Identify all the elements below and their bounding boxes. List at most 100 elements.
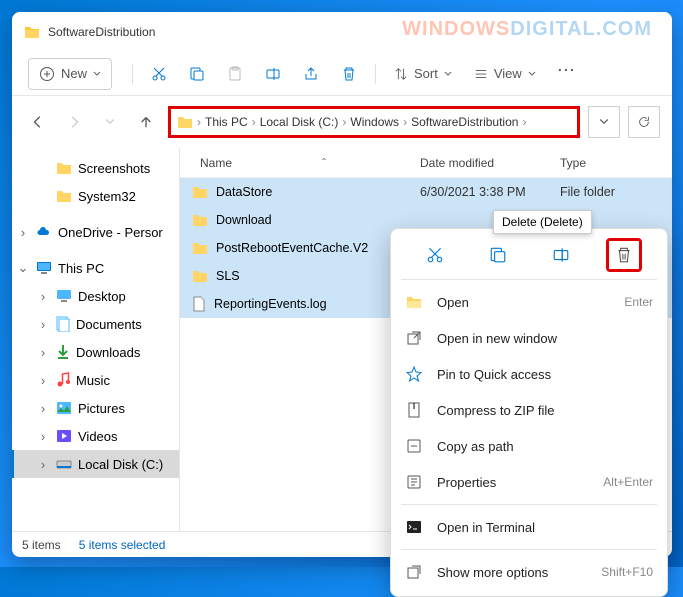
breadcrumb-item[interactable]: This PC: [205, 115, 248, 129]
rename-icon: [265, 66, 281, 82]
sidebar-item-label: Desktop: [78, 289, 126, 304]
sidebar-item[interactable]: › Videos: [12, 422, 179, 450]
sidebar-item[interactable]: › Desktop: [12, 282, 179, 310]
chevron-down-icon: [528, 70, 536, 78]
breadcrumb-item[interactable]: SoftwareDistribution: [411, 115, 518, 129]
sidebar-item[interactable]: › Music: [12, 366, 179, 394]
downloads-icon: [56, 344, 70, 360]
sidebar-item[interactable]: › OneDrive - Persor: [12, 218, 179, 246]
ctx-item-label: Properties: [437, 475, 589, 490]
ctx-item-shortcut: Shift+F10: [601, 565, 653, 579]
ctx-item-shortcut: Alt+Enter: [603, 475, 653, 489]
ctx-item-label: Pin to Quick access: [437, 367, 639, 382]
properties-icon: [405, 474, 423, 490]
breadcrumb-item[interactable]: Local Disk (C:): [260, 115, 339, 129]
recent-button[interactable]: [96, 108, 124, 136]
more-button[interactable]: ⋯: [548, 58, 584, 90]
ctx-item[interactable]: Copy as path: [391, 428, 667, 464]
chevron-down-icon: [105, 117, 115, 127]
cut-button[interactable]: [141, 58, 177, 90]
ctx-cut-button[interactable]: [417, 238, 453, 272]
delete-button[interactable]: [331, 58, 367, 90]
file-name: ReportingEvents.log: [214, 297, 327, 311]
file-name: PostRebootEventCache.V2: [216, 241, 368, 255]
sidebar-item-label: Videos: [78, 429, 118, 444]
new-button[interactable]: New: [28, 58, 112, 90]
paste-button[interactable]: [217, 58, 253, 90]
selected-count: 5 items selected: [79, 538, 166, 552]
sidebar-item[interactable]: ›Pictures: [12, 394, 179, 422]
copy-button[interactable]: [179, 58, 215, 90]
desktop-icon: [56, 289, 72, 303]
share-button[interactable]: [293, 58, 329, 90]
ctx-item[interactable]: Show more options Shift+F10: [391, 554, 667, 590]
documents-icon: [56, 316, 70, 332]
chevron-down-icon[interactable]: ⌄: [18, 260, 28, 276]
chevron-right-icon[interactable]: ›: [38, 401, 48, 416]
up-button[interactable]: [132, 108, 160, 136]
back-button[interactable]: [24, 108, 52, 136]
ctx-copy-button[interactable]: [480, 238, 516, 272]
chevron-right-icon[interactable]: ›: [38, 373, 48, 388]
folder-icon: [56, 189, 72, 203]
chevron-right-icon[interactable]: ›: [38, 429, 48, 444]
file-icon: [192, 296, 206, 312]
terminal-icon: [405, 520, 423, 534]
ctx-item[interactable]: Compress to ZIP file: [391, 392, 667, 428]
sidebar-item[interactable]: ›Documents: [12, 310, 179, 338]
navbar: › This PC › Local Disk (C:) › Windows › …: [12, 96, 672, 148]
toolbar: New Sort View ⋯: [12, 52, 672, 96]
chevron-down-icon: [93, 70, 101, 78]
ctx-item-label: Compress to ZIP file: [437, 403, 639, 418]
breadcrumb[interactable]: › This PC › Local Disk (C:) › Windows › …: [168, 106, 580, 138]
sort-button[interactable]: Sort: [384, 58, 462, 90]
refresh-button[interactable]: [628, 106, 660, 138]
chevron-right-icon[interactable]: ›: [18, 225, 28, 240]
sidebar-item[interactable]: › Downloads: [12, 338, 179, 366]
sidebar-item-label: This PC: [58, 261, 104, 276]
refresh-icon: [637, 115, 651, 129]
sidebar-item[interactable]: System32: [12, 182, 179, 210]
folder-icon: [192, 213, 208, 227]
ctx-rename-button[interactable]: [543, 238, 579, 272]
chevron-down-icon: [599, 117, 609, 127]
titlebar: SoftwareDistribution: [12, 12, 672, 52]
chevron-down-icon: [444, 70, 452, 78]
ctx-delete-button[interactable]: [606, 238, 642, 272]
copy-icon: [189, 66, 205, 82]
chevron-right-icon[interactable]: ›: [38, 345, 48, 360]
table-row[interactable]: DataStore 6/30/2021 3:38 PM File folder: [180, 178, 672, 206]
column-name[interactable]: Nameˆ: [180, 156, 420, 170]
sort-indicator-icon: ˆ: [322, 156, 326, 170]
sidebar-item[interactable]: ⌄ This PC: [12, 254, 179, 282]
forward-button[interactable]: [60, 108, 88, 136]
ctx-item[interactable]: Properties Alt+Enter: [391, 464, 667, 500]
tooltip: Delete (Delete): [493, 210, 592, 234]
sidebar-item-label: OneDrive - Persor: [58, 225, 163, 240]
videos-icon: [56, 429, 72, 443]
file-name: Download: [216, 213, 272, 227]
folder-icon: [192, 241, 208, 255]
ctx-item[interactable]: Open Enter: [391, 284, 667, 320]
chevron-right-icon[interactable]: ›: [38, 457, 48, 472]
path-dropdown-button[interactable]: [588, 106, 620, 138]
view-button[interactable]: View: [464, 58, 546, 90]
sidebar-item[interactable]: Screenshots: [12, 154, 179, 182]
ctx-item[interactable]: Pin to Quick access: [391, 356, 667, 392]
copy-icon: [489, 246, 507, 264]
arrow-left-icon: [31, 115, 45, 129]
drive-icon: [56, 458, 72, 470]
sidebar-item-label: Music: [76, 373, 110, 388]
sidebar-item[interactable]: ›Local Disk (C:): [12, 450, 179, 478]
file-type: File folder: [560, 185, 672, 199]
column-type[interactable]: Type: [560, 156, 672, 170]
chevron-right-icon[interactable]: ›: [38, 317, 48, 332]
folder-icon: [192, 269, 208, 283]
ctx-item[interactable]: Open in Terminal: [391, 509, 667, 545]
chevron-right-icon[interactable]: ›: [38, 289, 48, 304]
sidebar-item-label: Downloads: [76, 345, 140, 360]
column-date[interactable]: Date modified: [420, 156, 560, 170]
breadcrumb-item[interactable]: Windows: [350, 115, 399, 129]
ctx-item[interactable]: Open in new window: [391, 320, 667, 356]
rename-button[interactable]: [255, 58, 291, 90]
